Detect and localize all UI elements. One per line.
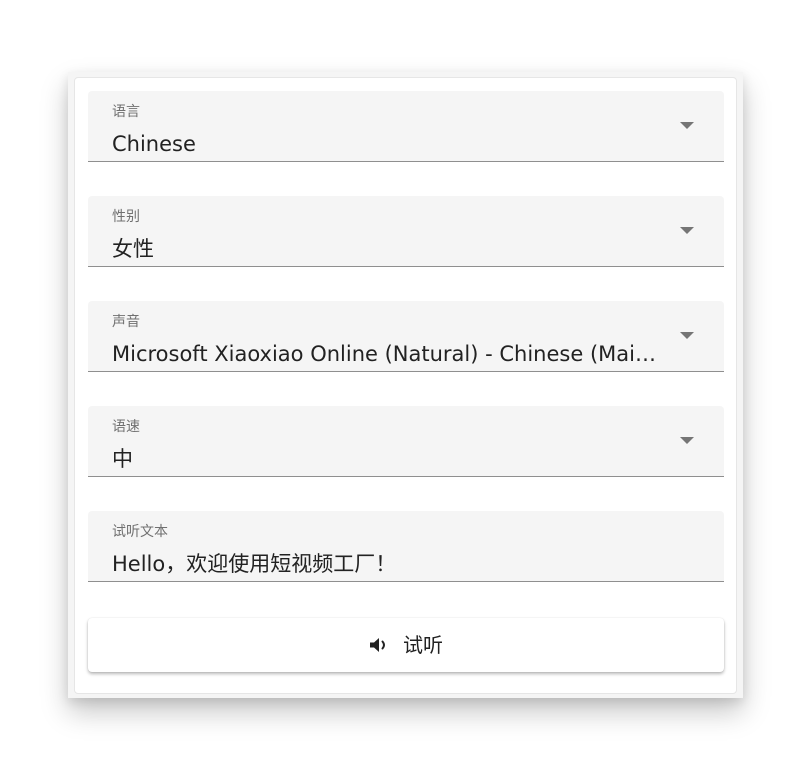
voice-value: Microsoft Xiaoxiao Online (Natural) - Ch…	[112, 342, 660, 366]
gender-value: 女性	[112, 237, 154, 261]
language-label: 语言	[112, 104, 140, 120]
rate-select[interactable]: 语速 中	[88, 406, 724, 477]
voice-label: 声音	[112, 314, 140, 330]
language-value: Chinese	[112, 132, 196, 156]
sample-text-value: Hello，欢迎使用短视频工厂！	[112, 552, 397, 576]
language-select[interactable]: 语言 Chinese	[88, 91, 724, 162]
settings-panel: 语言 Chinese 性别 女性 声音 Microsoft Xiaoxiao O…	[68, 72, 743, 698]
tts-settings-card: 语言 Chinese 性别 女性 声音 Microsoft Xiaoxiao O…	[74, 77, 737, 694]
sample-text-input[interactable]: 试听文本 Hello，欢迎使用短视频工厂！	[88, 511, 724, 582]
dropdown-arrow-icon	[680, 122, 694, 129]
speaker-icon	[369, 636, 391, 654]
dropdown-arrow-icon	[680, 332, 694, 339]
gender-label: 性别	[112, 209, 140, 225]
listen-button[interactable]: 试听	[88, 618, 724, 672]
listen-button-label: 试听	[403, 633, 443, 657]
gender-select[interactable]: 性别 女性	[88, 196, 724, 267]
dropdown-arrow-icon	[680, 227, 694, 234]
rate-label: 语速	[112, 419, 140, 435]
sample-text-label: 试听文本	[112, 524, 168, 540]
rate-value: 中	[112, 447, 133, 471]
dropdown-arrow-icon	[680, 437, 694, 444]
voice-select[interactable]: 声音 Microsoft Xiaoxiao Online (Natural) -…	[88, 301, 724, 372]
